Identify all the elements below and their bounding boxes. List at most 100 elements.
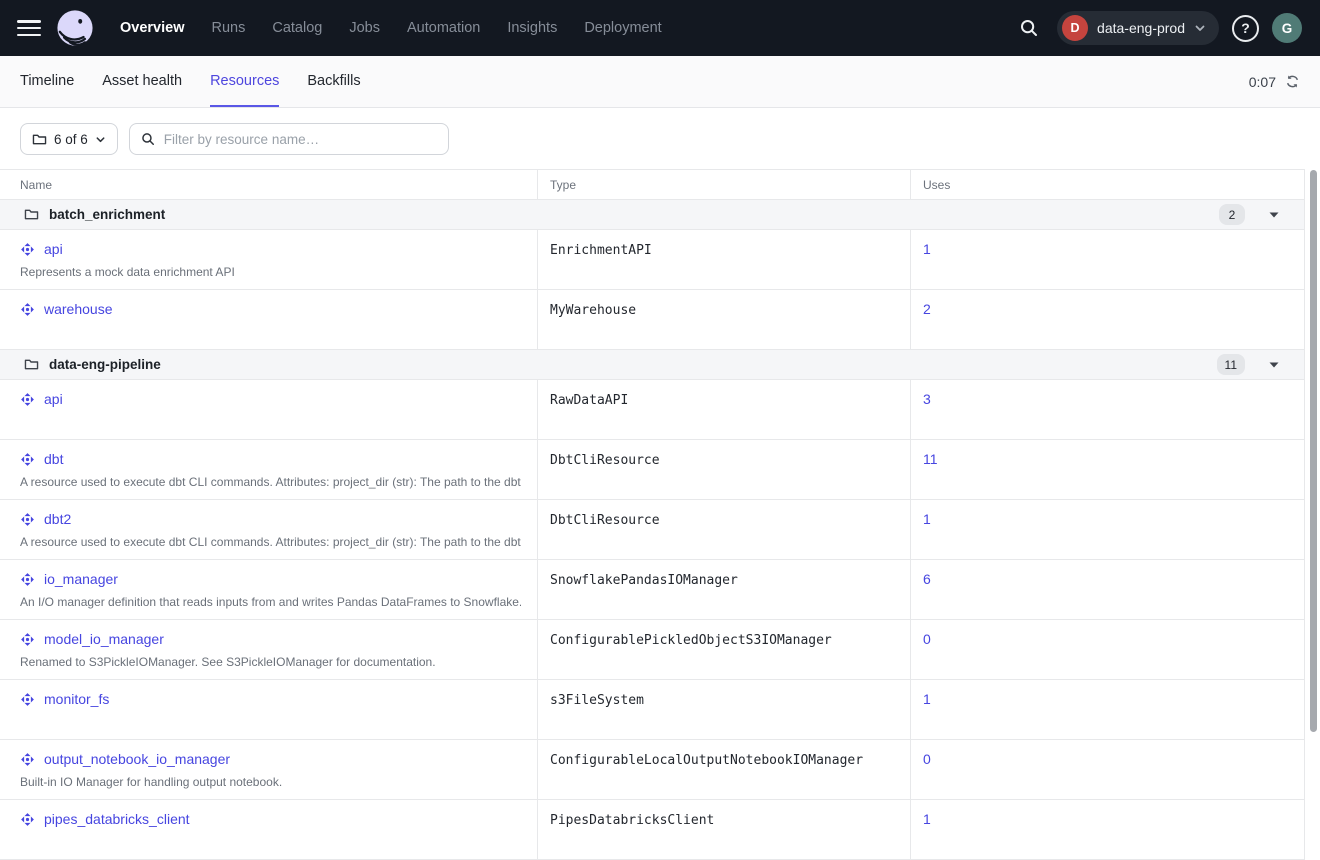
- navbar-item-catalog[interactable]: Catalog: [272, 20, 322, 36]
- group-scope-button[interactable]: 6 of 6: [20, 123, 118, 155]
- navbar-item-deployment[interactable]: Deployment: [584, 20, 661, 36]
- tab-asset-health[interactable]: Asset health: [102, 56, 182, 107]
- type-cell: EnrichmentAPI: [537, 230, 910, 289]
- resource-icon: [20, 512, 35, 527]
- resource-link[interactable]: dbt: [44, 451, 63, 467]
- resource-row: io_managerAn I/O manager definition that…: [0, 560, 1304, 620]
- resource-description: A resource used to execute dbt CLI comma…: [20, 475, 521, 489]
- collapse-chevron-icon[interactable]: [1268, 360, 1280, 369]
- resource-name-line: monitor_fs: [20, 691, 521, 707]
- tab-resources[interactable]: Resources: [210, 56, 279, 107]
- uses-cell: 1: [910, 230, 1305, 289]
- group-name: batch_enrichment: [49, 207, 165, 222]
- chevron-down-icon: [1194, 22, 1206, 34]
- filter-bar: 6 of 6: [0, 108, 1320, 169]
- resource-link[interactable]: api: [44, 241, 63, 257]
- resource-row: dbt A resource used to execute dbt CLI co…: [0, 440, 1304, 500]
- type-cell: PipesDatabricksClient: [537, 800, 910, 859]
- resource-name-line: output_notebook_io_manager: [20, 751, 521, 767]
- tabs: Timeline Asset health Resources Backfills: [20, 56, 361, 107]
- table-header: Name Type Uses: [0, 170, 1304, 200]
- resource-name-line: pipes_databricks_client: [20, 811, 521, 827]
- uses-count-link[interactable]: 1: [923, 241, 931, 257]
- tab-backfills[interactable]: Backfills: [307, 56, 360, 107]
- resource-filter-input[interactable]: [162, 131, 437, 148]
- resource-link[interactable]: monitor_fs: [44, 691, 109, 707]
- uses-count-link[interactable]: 6: [923, 571, 931, 587]
- uses-count-link[interactable]: 1: [923, 691, 931, 707]
- resource-row: monitor_fs s3FileSystem 1: [0, 680, 1304, 740]
- help-icon[interactable]: ?: [1232, 15, 1259, 42]
- resource-icon: [20, 392, 35, 407]
- resource-group-row[interactable]: batch_enrichment2: [0, 200, 1304, 230]
- type-cell: MyWarehouse: [537, 290, 910, 349]
- uses-cell: 11: [910, 440, 1305, 499]
- column-header-uses: Uses: [910, 170, 1305, 199]
- resource-type: EnrichmentAPI: [550, 241, 652, 258]
- scope-label: 6 of 6: [54, 132, 88, 147]
- uses-cell: 1: [910, 680, 1305, 739]
- resource-name-line: warehouse: [20, 301, 521, 317]
- uses-count-link[interactable]: 0: [923, 751, 931, 767]
- navbar-item-insights[interactable]: Insights: [507, 20, 557, 36]
- navbar-item-overview[interactable]: Overview: [120, 20, 185, 36]
- uses-count-link[interactable]: 11: [923, 451, 938, 467]
- resource-type: DbtCliResource: [550, 451, 660, 468]
- folder-icon: [32, 133, 47, 146]
- resource-link[interactable]: output_notebook_io_manager: [44, 751, 230, 767]
- name-cell: api: [0, 380, 537, 439]
- resource-filter-box: [129, 123, 449, 155]
- column-header-name: Name: [0, 170, 537, 199]
- refresh-icon[interactable]: [1285, 74, 1300, 89]
- uses-count-link[interactable]: 0: [923, 631, 931, 647]
- resource-type: ConfigurableLocalOutputNotebookIOManager: [550, 751, 863, 768]
- resource-name-line: api: [20, 241, 521, 257]
- resource-icon: [20, 812, 35, 827]
- tab-timeline[interactable]: Timeline: [20, 56, 74, 107]
- uses-cell: 1: [910, 800, 1305, 859]
- resource-name-line: api: [20, 391, 521, 407]
- dagster-logo-icon[interactable]: [56, 9, 94, 47]
- resource-icon: [20, 692, 35, 707]
- resource-link[interactable]: io_manager: [44, 571, 118, 587]
- uses-cell: 2: [910, 290, 1305, 349]
- navbar-item-automation[interactable]: Automation: [407, 20, 480, 36]
- workspace-name: data-eng-prod: [1097, 20, 1185, 36]
- navbar-item-runs[interactable]: Runs: [212, 20, 246, 36]
- resource-icon: [20, 572, 35, 587]
- user-avatar[interactable]: G: [1272, 13, 1302, 43]
- folder-icon: [24, 208, 39, 221]
- search-icon[interactable]: [1014, 13, 1044, 43]
- hamburger-menu-icon[interactable]: [16, 18, 42, 38]
- resource-link[interactable]: dbt2: [44, 511, 71, 527]
- uses-count-link[interactable]: 3: [923, 391, 931, 407]
- resource-link[interactable]: api: [44, 391, 63, 407]
- name-cell: output_notebook_io_managerBuilt-in IO Ma…: [0, 740, 537, 799]
- type-cell: s3FileSystem: [537, 680, 910, 739]
- name-cell: model_io_managerRenamed to S3PickleIOMan…: [0, 620, 537, 679]
- resource-link[interactable]: pipes_databricks_client: [44, 811, 190, 827]
- navbar-item-jobs[interactable]: Jobs: [349, 20, 380, 36]
- resource-link[interactable]: warehouse: [44, 301, 113, 317]
- name-cell: pipes_databricks_client: [0, 800, 537, 859]
- vertical-scrollbar[interactable]: [1310, 170, 1317, 732]
- uses-cell: 1: [910, 500, 1305, 559]
- uses-count-link[interactable]: 1: [923, 511, 931, 527]
- resource-link[interactable]: model_io_manager: [44, 631, 164, 647]
- resource-type: MyWarehouse: [550, 301, 636, 318]
- workspace-switcher[interactable]: D data-eng-prod: [1057, 11, 1219, 45]
- uses-cell: 3: [910, 380, 1305, 439]
- resource-row: output_notebook_io_managerBuilt-in IO Ma…: [0, 740, 1304, 800]
- collapse-chevron-icon[interactable]: [1268, 210, 1280, 219]
- resource-group-row[interactable]: data-eng-pipeline11: [0, 350, 1304, 380]
- resource-icon: [20, 452, 35, 467]
- folder-icon: [24, 358, 39, 371]
- uses-count-link[interactable]: 1: [923, 811, 931, 827]
- name-cell: warehouse: [0, 290, 537, 349]
- uses-count-link[interactable]: 2: [923, 301, 931, 317]
- overview-tabbar: TimelineAsset healthResourcesBackfills 0…: [0, 56, 1320, 108]
- name-cell: dbt A resource used to execute dbt CLI co…: [0, 440, 537, 499]
- name-cell: apiRepresents a mock data enrichment API: [0, 230, 537, 289]
- resource-row: dbt2A resource used to execute dbt CLI c…: [0, 500, 1304, 560]
- navbar-links: Overview Runs Catalog Jobs Automation Insight…: [120, 20, 662, 36]
